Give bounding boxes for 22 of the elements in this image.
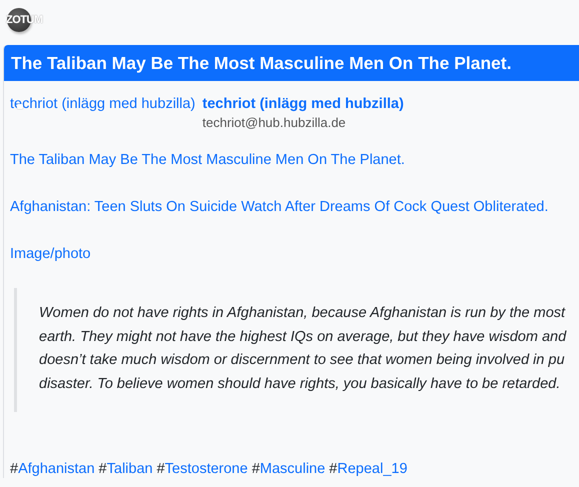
author-name[interactable]: techriot (inlägg med hubzilla) — [202, 95, 404, 113]
post-link[interactable]: Image/photo — [10, 245, 91, 263]
post-link[interactable]: The Taliban May Be The Most Masculine Men On The Planet. — [10, 151, 405, 169]
quote-line: disaster. To believe women should have rights, you basically have to be retarded. — [39, 374, 560, 394]
post-link[interactable]: Afghanistan: Teen Sluts On Suicide Watch After Dreams Of Cock Quest Obliterated. — [10, 198, 548, 216]
hash-sign: # — [10, 460, 18, 478]
hashtag-link[interactable]: Testosterone — [164, 460, 248, 478]
hash-sign: # — [156, 460, 165, 478]
hashtag-link[interactable]: Masculine — [260, 460, 326, 478]
hash-sign: # — [98, 460, 107, 478]
hash-sign: # — [329, 460, 338, 478]
author-address: techriot@hub.hubzilla.de — [202, 114, 347, 131]
hashtag-link[interactable]: Afghanistan — [18, 460, 95, 478]
broken-image-icon — [17, 104, 23, 109]
post-title: The Taliban May Be The Most Masculine Men On The Planet. — [4, 45, 579, 81]
hashtag-link[interactable]: Taliban — [106, 460, 153, 478]
quote-line: doesn’t take much wisdom or discernment to see that women being involved in pu — [39, 351, 565, 370]
hash-sign: # — [252, 460, 260, 478]
avatar-alt-text[interactable]: techriot (inlägg med hubzilla) — [10, 95, 196, 131]
quote-line: Women do not have rights in Afghanistan, because Afghanistan is run by the most — [39, 304, 566, 323]
quote-line: earth. They might not have the highest IQs on average, but they have wisdom and — [39, 328, 566, 346]
hashtag-link[interactable]: Repeal_19 — [337, 460, 408, 478]
